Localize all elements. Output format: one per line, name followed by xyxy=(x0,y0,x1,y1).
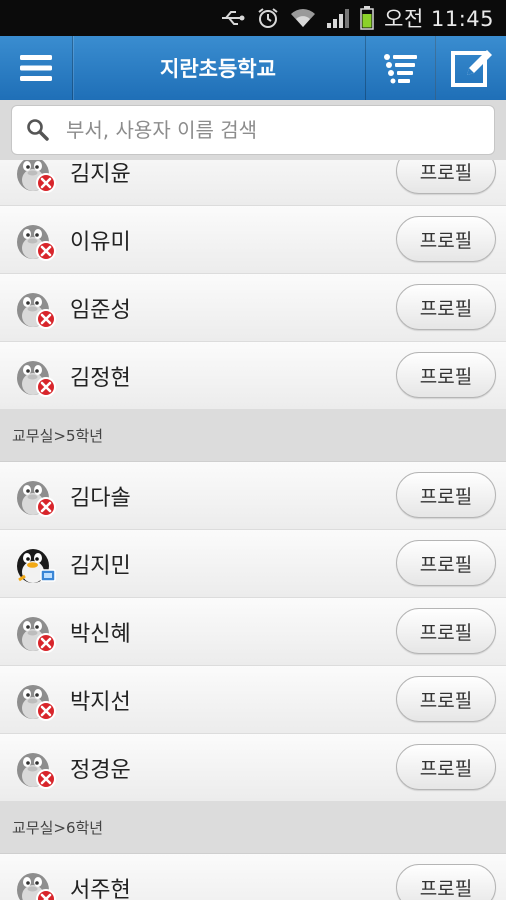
contact-list: 김지윤 프로필 이유미 프로필 임준성 프로필 김정현 프로필 교무실>5학년 xyxy=(0,160,506,900)
profile-button[interactable]: 프로필 xyxy=(396,540,496,586)
penguin-offline-icon xyxy=(17,685,56,721)
avatar xyxy=(13,866,57,900)
contact-name: 김정현 xyxy=(70,366,131,391)
menu-icon xyxy=(20,55,52,81)
contact-name: 임준성 xyxy=(70,298,131,323)
battery-icon xyxy=(360,6,374,30)
alarm-icon xyxy=(256,6,280,30)
penguin-offline-icon xyxy=(17,225,56,261)
profile-button[interactable]: 프로필 xyxy=(396,216,496,262)
profile-button[interactable]: 프로필 xyxy=(396,744,496,790)
contact-name: 정경운 xyxy=(70,758,131,783)
group-header: 교무실>6학년 xyxy=(0,802,506,854)
avatar xyxy=(13,160,57,194)
contact-row[interactable]: 박신혜 프로필 xyxy=(0,598,506,666)
search-icon xyxy=(12,118,64,142)
contact-row[interactable]: 김지민 프로필 xyxy=(0,530,506,598)
contact-name: 김지윤 xyxy=(70,162,131,187)
penguin-offline-icon xyxy=(17,617,56,653)
avatar xyxy=(13,610,57,654)
profile-button[interactable]: 프로필 xyxy=(396,608,496,654)
compose-icon xyxy=(451,50,492,87)
profile-button[interactable]: 프로필 xyxy=(396,472,496,518)
penguin-online-icon xyxy=(17,549,56,583)
contact-row[interactable]: 김다솔 프로필 xyxy=(0,462,506,530)
contact-row[interactable]: 정경운 프로필 xyxy=(0,734,506,802)
contact-row[interactable]: 김정현 프로필 xyxy=(0,342,506,410)
penguin-offline-icon xyxy=(17,361,56,397)
profile-button[interactable]: 프로필 xyxy=(396,676,496,722)
contact-row[interactable]: 서주현 프로필 xyxy=(0,854,506,900)
status-clock: 오전 11:45 xyxy=(384,7,494,31)
penguin-offline-icon xyxy=(17,873,56,900)
contact-row[interactable]: 이유미 프로필 xyxy=(0,206,506,274)
penguin-offline-icon xyxy=(17,753,56,789)
avatar xyxy=(13,678,57,722)
search-input[interactable] xyxy=(64,117,468,143)
penguin-offline-icon xyxy=(17,293,56,329)
contact-name: 김다솔 xyxy=(70,486,131,511)
group-header: 교무실>5학년 xyxy=(0,410,506,462)
avatar xyxy=(13,218,57,262)
profile-button[interactable]: 프로필 xyxy=(396,864,496,900)
penguin-offline-icon xyxy=(17,481,56,517)
contact-name: 서주현 xyxy=(70,878,131,900)
list-view-button[interactable] xyxy=(365,36,436,100)
contact-name: 박지선 xyxy=(70,690,131,715)
list-icon xyxy=(384,54,417,84)
avatar xyxy=(13,474,57,518)
profile-button[interactable]: 프로필 xyxy=(396,352,496,398)
search-bar xyxy=(0,100,506,160)
compose-button[interactable] xyxy=(435,36,506,100)
avatar xyxy=(13,542,57,586)
contact-name: 이유미 xyxy=(70,230,131,255)
contact-name: 박신혜 xyxy=(70,622,131,647)
profile-button[interactable]: 프로필 xyxy=(396,284,496,330)
usb-icon xyxy=(220,8,246,28)
contact-row[interactable]: 김지윤 프로필 xyxy=(0,160,506,206)
contact-row[interactable]: 임준성 프로필 xyxy=(0,274,506,342)
app-bar: 지란초등학교 xyxy=(0,36,506,101)
contact-row[interactable]: 박지선 프로필 xyxy=(0,666,506,734)
wifi-icon xyxy=(290,7,316,29)
profile-button[interactable]: 프로필 xyxy=(396,160,496,194)
penguin-offline-icon xyxy=(17,160,56,193)
contact-name: 김지민 xyxy=(70,554,131,579)
search-box xyxy=(11,105,495,155)
avatar xyxy=(13,746,57,790)
menu-button[interactable] xyxy=(0,36,73,100)
page-title: 지란초등학교 xyxy=(160,57,276,81)
avatar xyxy=(13,354,57,398)
status-bar: 오전 11:45 xyxy=(0,0,506,36)
signal-icon xyxy=(326,7,350,29)
avatar xyxy=(13,286,57,330)
